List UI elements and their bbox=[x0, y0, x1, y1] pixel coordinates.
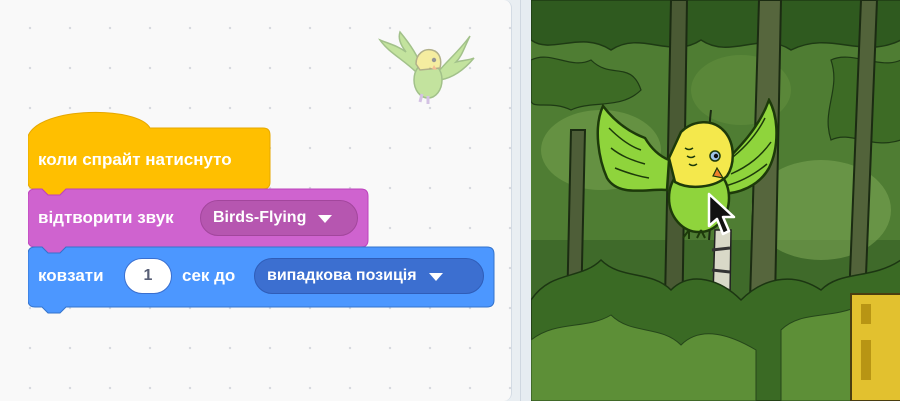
sprite-watermark-icon bbox=[378, 30, 475, 104]
glide-label-after: сек до bbox=[182, 266, 236, 285]
pointer-cursor-icon bbox=[707, 192, 736, 236]
parakeet-sprite[interactable] bbox=[589, 98, 789, 243]
sound-dropdown-value: Birds-Flying bbox=[213, 209, 307, 226]
script-stack[interactable]: коли спрайт натиснуто відтворити звук Bi… bbox=[28, 110, 508, 320]
stage-panel bbox=[520, 0, 900, 401]
chevron-down-icon bbox=[428, 273, 443, 281]
glide-target-dropdown[interactable]: випадкова позиція bbox=[254, 258, 484, 294]
stage-canvas[interactable] bbox=[531, 0, 900, 401]
event-hat-label: коли спрайт натиснуто bbox=[38, 150, 232, 169]
scratch-editor: коли спрайт натиснуто відтворити звук Bi… bbox=[0, 0, 900, 401]
play-sound-label: відтворити звук bbox=[38, 208, 174, 227]
glide-label-before: ковзати bbox=[38, 266, 104, 285]
code-workspace[interactable]: коли спрайт натиснуто відтворити звук Bi… bbox=[0, 0, 512, 401]
glide-target-value: випадкова позиція bbox=[267, 267, 417, 284]
glide-seconds-value: 1 bbox=[143, 267, 153, 284]
sound-dropdown[interactable]: Birds-Flying bbox=[200, 200, 358, 236]
glide-seconds-input[interactable]: 1 bbox=[124, 258, 172, 294]
chevron-down-icon bbox=[318, 215, 333, 223]
